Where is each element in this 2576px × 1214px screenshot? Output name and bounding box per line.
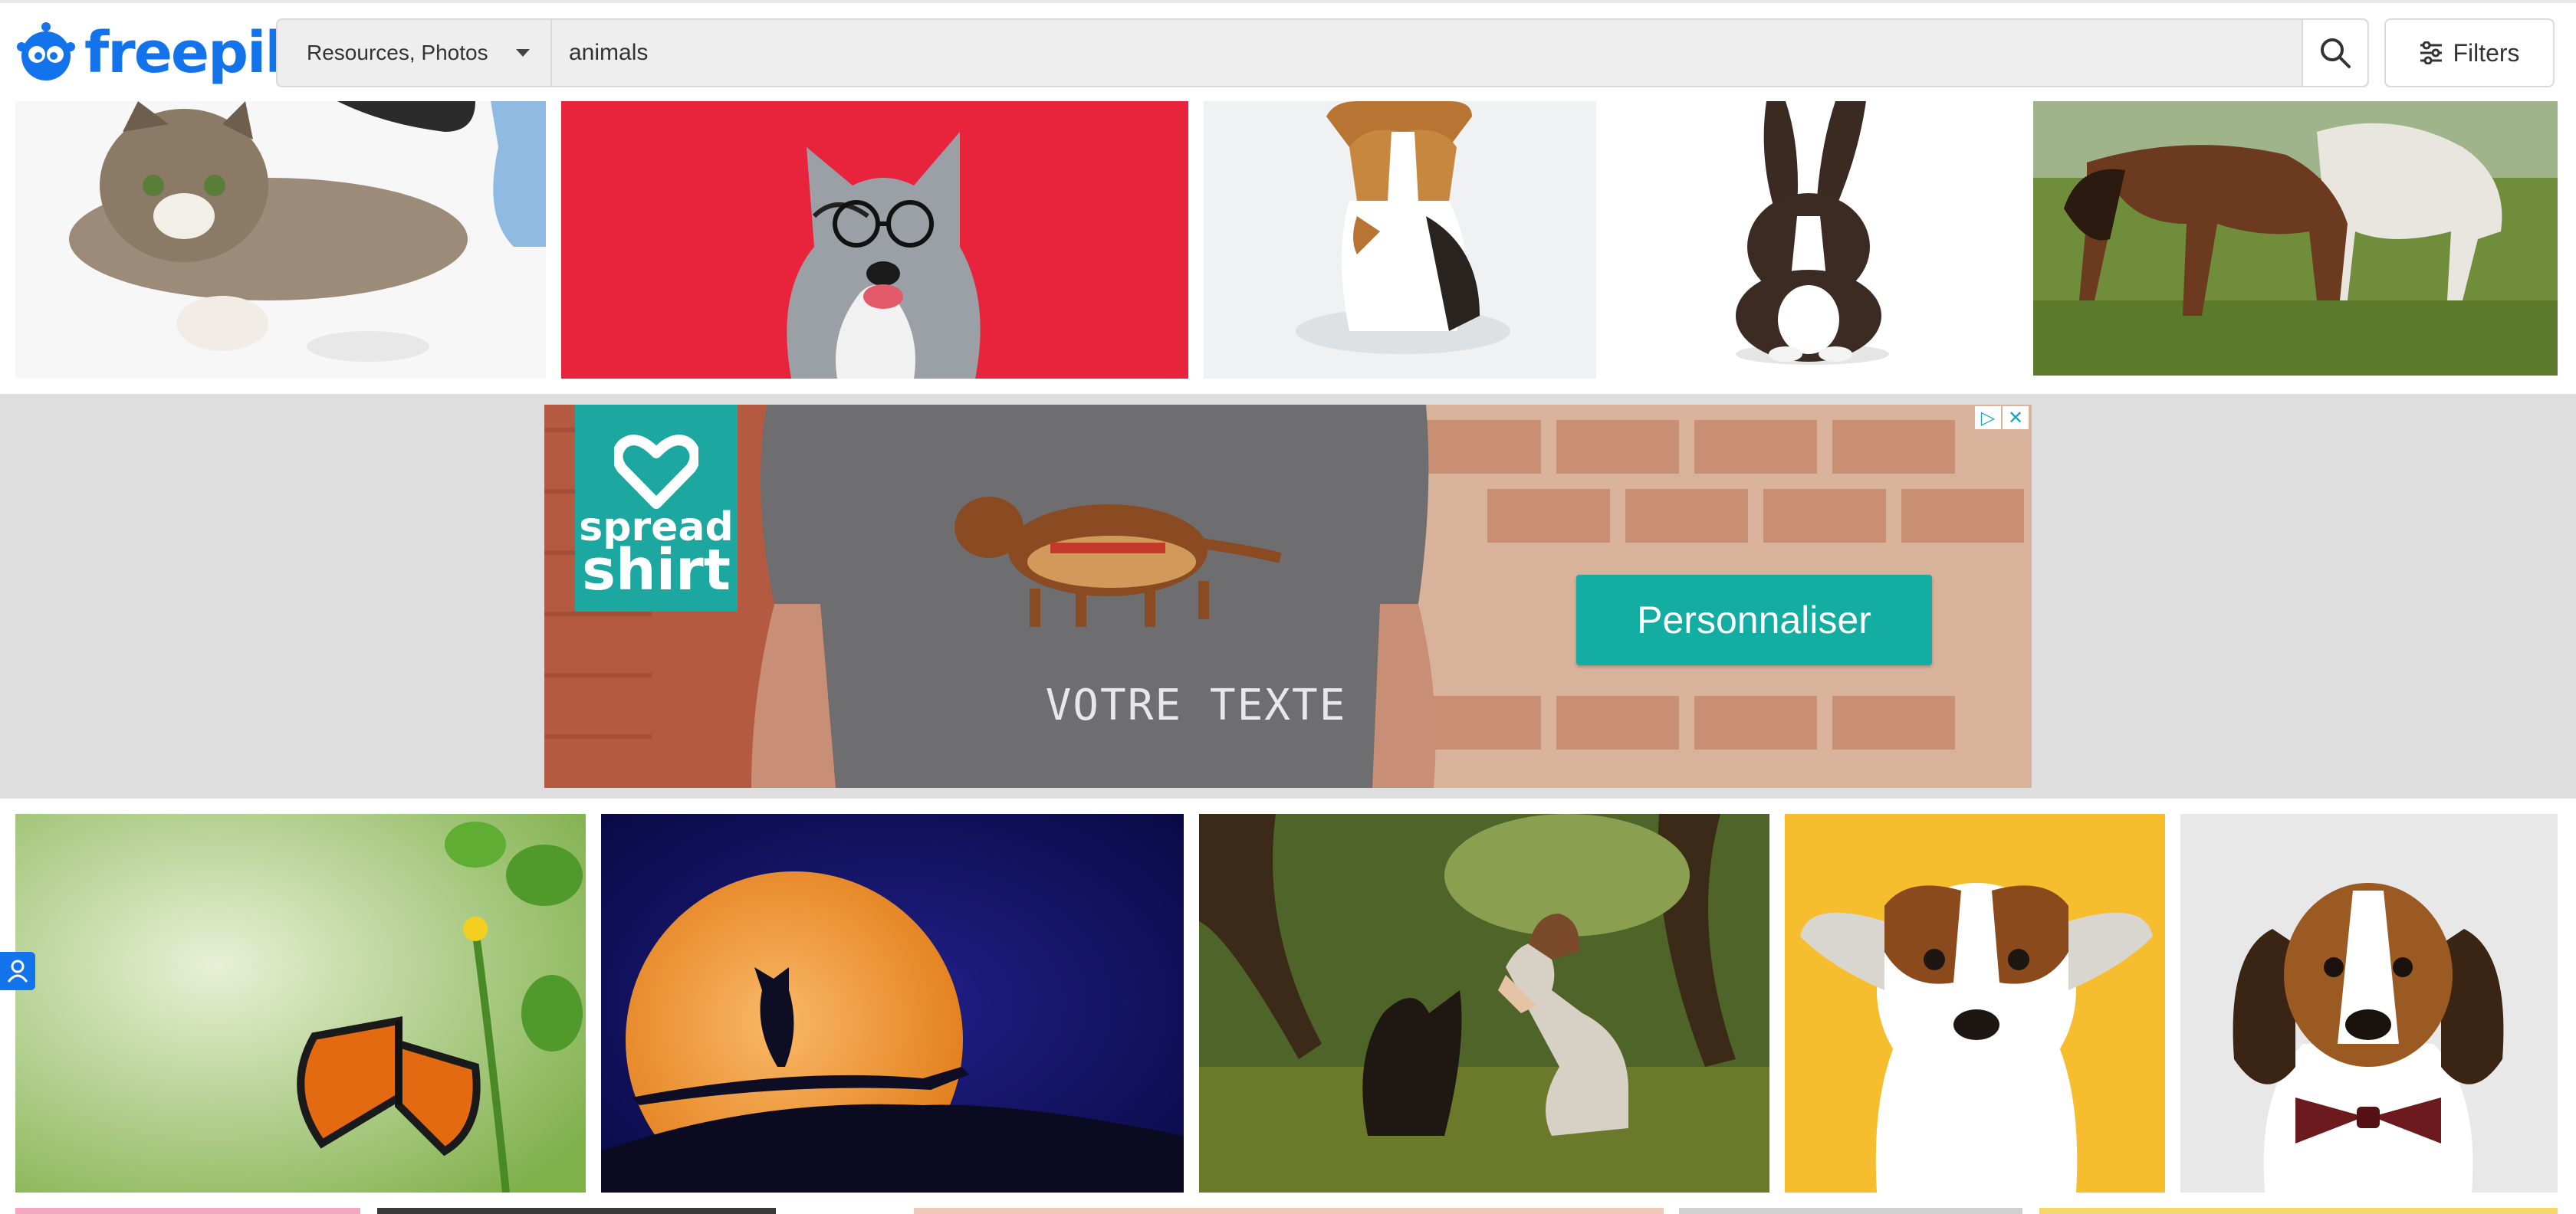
horses-photo xyxy=(2033,101,2558,376)
heart-logo-icon xyxy=(614,434,698,509)
search-input[interactable] xyxy=(552,20,2302,86)
ad-brand-line2: shirt xyxy=(582,537,731,604)
site-header: freepik Resources, Photos Filters xyxy=(0,3,2576,101)
freepik-logo[interactable]: freepik xyxy=(14,18,303,87)
caret-down-icon xyxy=(515,49,530,57)
result-image-horses-grazing[interactable] xyxy=(2033,101,2558,376)
search-icon xyxy=(2321,38,2351,68)
woman-dog-photo xyxy=(1199,814,1769,1193)
resource-type-label: Resources, Photos xyxy=(307,41,488,64)
user-icon xyxy=(7,960,28,983)
search-button[interactable] xyxy=(2302,20,2367,86)
result-image-beagle-sitting[interactable] xyxy=(1204,101,1596,379)
result-image-dog-with-glasses[interactable] xyxy=(561,101,1188,379)
filters-label: Filters xyxy=(2453,38,2520,67)
beagle-bowtie-photo xyxy=(2180,814,2558,1193)
next-row-image-strip[interactable] xyxy=(1679,1208,2022,1214)
result-image-beagle-bowtie[interactable] xyxy=(2180,814,2558,1193)
dog-glasses-photo xyxy=(561,101,1188,379)
next-row-image-strip[interactable] xyxy=(15,1208,360,1214)
sliders-icon xyxy=(2420,41,2443,64)
next-row-image-strip[interactable] xyxy=(2039,1208,2558,1214)
search-bar: Resources, Photos xyxy=(276,18,2369,87)
spreadshirt-logo: spread shirt xyxy=(575,405,738,612)
kitten-photo xyxy=(15,101,546,379)
filters-button[interactable]: Filters xyxy=(2384,18,2555,87)
result-image-puppy-yellow[interactable] xyxy=(1785,814,2165,1193)
freepik-mascot-icon xyxy=(17,22,75,80)
personnaliser-button[interactable]: Personnaliser xyxy=(1576,575,1932,665)
butterfly-photo xyxy=(15,814,586,1193)
ad-close-icon[interactable]: ✕ xyxy=(2003,406,2029,429)
next-row-image-strip[interactable] xyxy=(914,1208,1664,1214)
next-row-image-strip[interactable] xyxy=(377,1208,776,1214)
owl-moon-photo xyxy=(601,814,1184,1193)
rabbit-photo xyxy=(1613,101,2018,379)
result-image-rabbit[interactable] xyxy=(1613,101,2018,379)
beagle-sitting-photo xyxy=(1204,101,1596,379)
resource-type-dropdown[interactable]: Resources, Photos xyxy=(278,20,552,86)
user-profile-tab[interactable] xyxy=(0,952,35,990)
shirt-print-text: VOTRE TEXTE xyxy=(1045,681,1347,730)
adchoices-icon[interactable]: ▷ xyxy=(1975,406,2001,429)
logo-wordmark: freepik xyxy=(84,20,303,86)
result-image-woman-and-dog[interactable] xyxy=(1199,814,1769,1193)
spreadshirt-ad[interactable]: spread shirt VOTRE TEXTE Personnaliser ▷… xyxy=(544,405,2032,788)
puppy-yellow-photo xyxy=(1785,814,2165,1193)
result-image-owl-moon[interactable] xyxy=(601,814,1184,1193)
result-image-butterfly[interactable] xyxy=(15,814,586,1193)
result-image-kitten[interactable] xyxy=(15,101,546,379)
